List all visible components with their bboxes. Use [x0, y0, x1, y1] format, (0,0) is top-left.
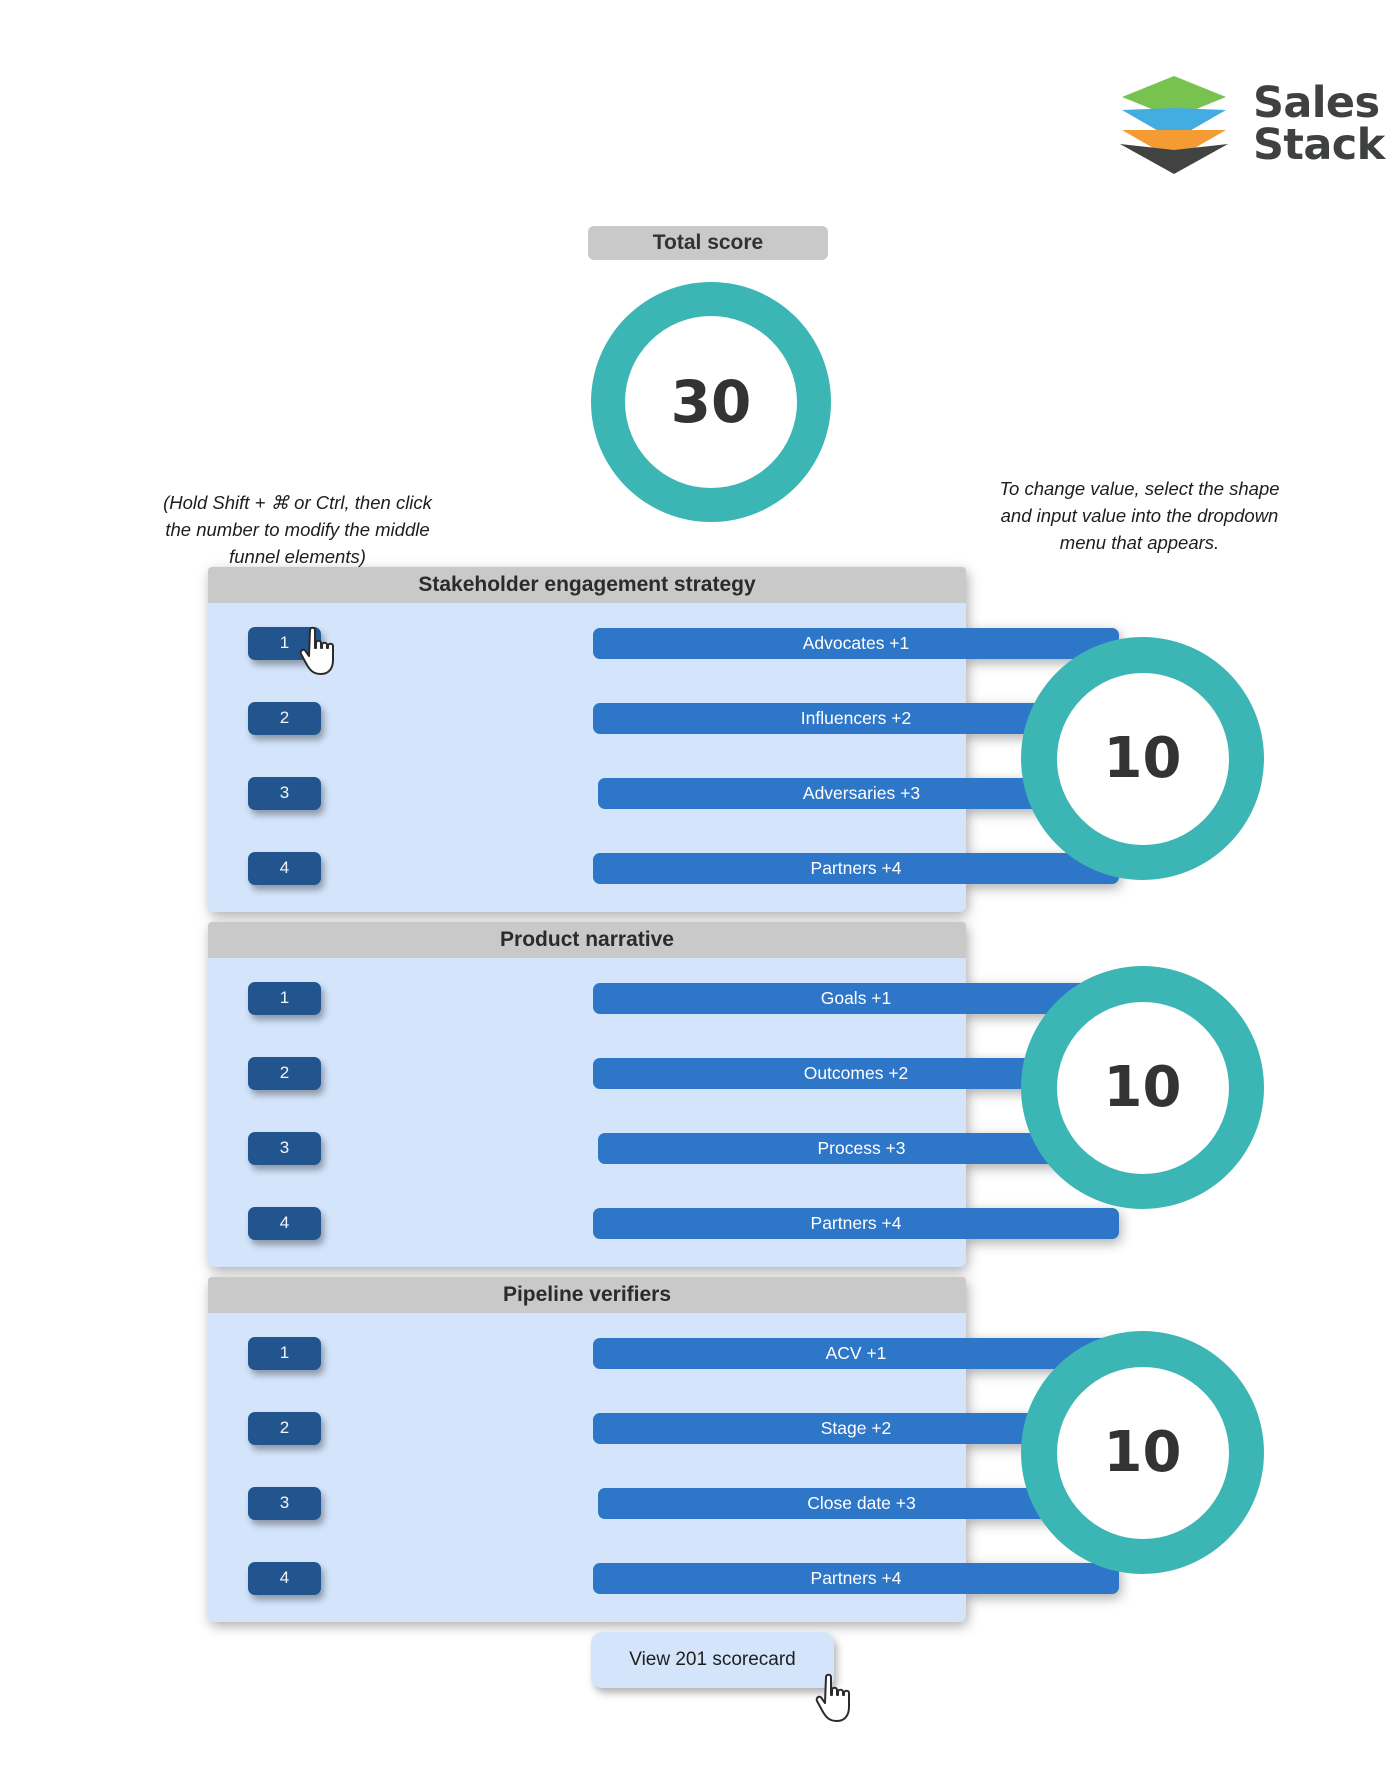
sales-stack-layers-icon: [1120, 76, 1228, 174]
scorecard-row: 2 Influencers +2: [208, 700, 1119, 736]
section-score-donut-1[interactable]: 10: [1021, 637, 1264, 880]
scorecard-row: 2 Stage +2: [208, 1410, 1119, 1446]
row-number-chip[interactable]: 3: [248, 1131, 321, 1165]
row-number-chip[interactable]: 4: [248, 1561, 321, 1595]
logo-word-line1: Sales: [1253, 77, 1380, 128]
logo-wordmark: Sales Stack: [1253, 77, 1385, 170]
section-title-1: Stakeholder engagement strategy: [208, 567, 966, 603]
row-number-chip[interactable]: 1: [248, 1336, 321, 1370]
scorecard-row: 3 Adversaries +3: [208, 775, 1125, 811]
section-score-value-1: 10: [1056, 672, 1229, 845]
row-label-bar[interactable]: Goals +1: [593, 982, 1119, 1014]
row-label-bar[interactable]: ACV +1: [593, 1337, 1119, 1369]
row-number-chip[interactable]: 2: [248, 701, 321, 735]
section-title-3: Pipeline verifiers: [208, 1277, 966, 1313]
row-number-chip[interactable]: 2: [248, 1056, 321, 1090]
logo-word-line2: Stack: [1253, 120, 1385, 170]
total-score-label: Total score: [588, 226, 828, 260]
section-rows-2: 1 Goals +1 2 Outcomes +2 3 Process +3 4 Partner…: [208, 958, 1125, 1267]
scorecard-row: 2 Outcomes +2: [208, 1055, 1119, 1091]
scorecard-row: 4 Partners +4: [208, 1560, 1119, 1596]
section-rows-3: 1 ACV +1 2 Stage +2 3 Close date +3 4 Partners …: [208, 1313, 1125, 1622]
row-number-chip[interactable]: 1: [248, 981, 321, 1015]
section-card-3: Pipeline verifiers 1 ACV +1 2 Stage +2 3 Close…: [208, 1277, 1125, 1622]
section-title-2: Product narrative: [208, 922, 966, 958]
row-label-bar[interactable]: Partners +4: [593, 1207, 1119, 1239]
row-number-chip[interactable]: 1: [248, 626, 321, 660]
section-rows-1: 1 Advocates +1 2 Influencers +2 3 Adversaries…: [208, 603, 1125, 912]
view-scorecard-button[interactable]: View 201 scorecard: [591, 1632, 834, 1688]
section-card-1: Stakeholder engagement strategy 1 Advocate…: [208, 567, 1125, 912]
sales-stack-logo: Sales Stack: [1113, 72, 1385, 176]
total-score-donut[interactable]: 30: [591, 282, 831, 522]
row-label-bar[interactable]: Advocates +1: [593, 627, 1119, 659]
row-label-bar[interactable]: Partners +4: [593, 1562, 1119, 1594]
section-score-value-2: 10: [1056, 1001, 1229, 1174]
scorecard-row: 1 ACV +1: [208, 1335, 1119, 1371]
scorecard-row: 3 Close date +3: [208, 1485, 1125, 1521]
scorecard-row: 3 Process +3: [208, 1130, 1125, 1166]
scorecard-row: 4 Partners +4: [208, 1205, 1119, 1241]
row-label-bar[interactable]: Partners +4: [593, 852, 1119, 884]
row-number-chip[interactable]: 4: [248, 851, 321, 885]
scorecard-page: Sales Stack Total score 30 (Hold Shift +…: [0, 0, 1400, 1778]
section-score-value-3: 10: [1056, 1366, 1229, 1539]
total-score-value: 30: [625, 316, 797, 488]
hint-left-text: (Hold Shift + ⌘ or Ctrl, then click the …: [163, 492, 432, 568]
section-score-donut-2[interactable]: 10: [1021, 966, 1264, 1209]
section-card-2: Product narrative 1 Goals +1 2 Outcomes +2 3 P…: [208, 922, 1125, 1267]
scorecard-row: 1 Advocates +1: [208, 625, 1119, 661]
section-score-donut-3[interactable]: 10: [1021, 1331, 1264, 1574]
scorecard-row: 4 Partners +4: [208, 850, 1119, 886]
row-number-chip[interactable]: 4: [248, 1206, 321, 1240]
scorecard-row: 1 Goals +1: [208, 980, 1119, 1016]
hint-right-text: To change value, select the shape and in…: [999, 478, 1280, 554]
row-number-chip[interactable]: 2: [248, 1411, 321, 1445]
row-number-chip[interactable]: 3: [248, 1486, 321, 1520]
row-number-chip[interactable]: 3: [248, 776, 321, 810]
